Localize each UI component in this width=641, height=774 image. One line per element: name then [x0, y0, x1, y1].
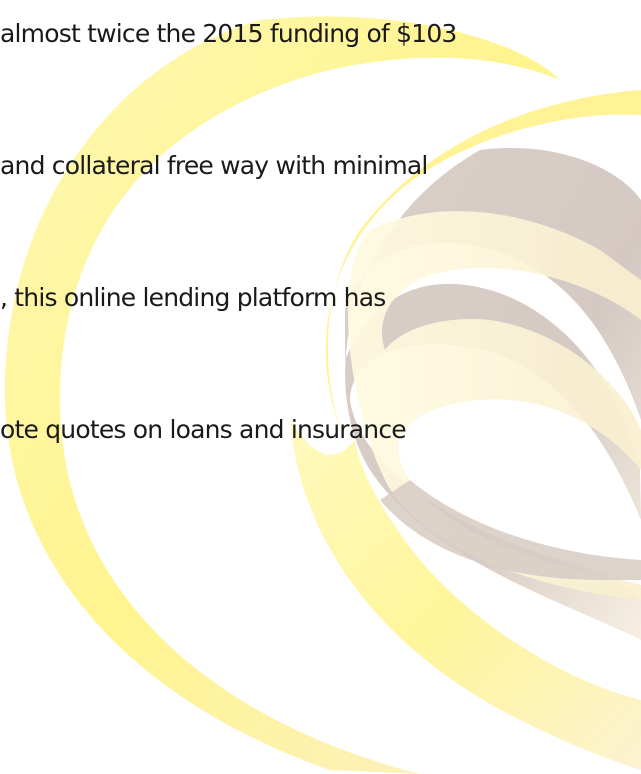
text-line-3: , this online lending platform has [0, 283, 386, 312]
text-line-1: almost twice the 2015 funding of $103 [0, 19, 457, 48]
swirl-background-graphic [4, 16, 641, 774]
slide-canvas: almost twice the 2015 funding of $103 an… [0, 0, 641, 774]
text-line-4: ote quotes on loans and insurance [0, 415, 407, 444]
text-line-2: and collateral free way with minimal [0, 151, 428, 180]
